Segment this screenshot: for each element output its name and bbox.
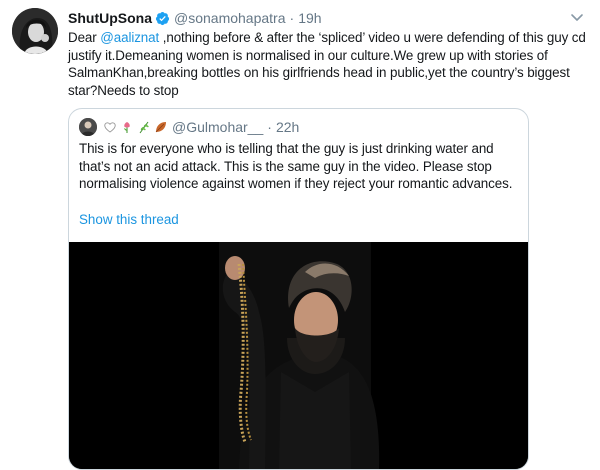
- video-thumbnail[interactable]: [69, 242, 528, 469]
- separator-dot: ·: [289, 10, 295, 26]
- white-heart-icon: [103, 120, 117, 134]
- display-name[interactable]: ShutUpSona: [68, 10, 152, 26]
- tulip-icon: [120, 120, 134, 134]
- herb-icon: [137, 120, 151, 134]
- user-handle[interactable]: @sonamohapatra: [174, 10, 286, 26]
- quoted-emoji-name: [103, 120, 168, 134]
- avatar[interactable]: [12, 8, 58, 54]
- quoted-tweet-text: This is for everyone who is telling that…: [79, 140, 519, 193]
- avatar-image: [12, 8, 58, 54]
- video-frame-image: [69, 242, 528, 469]
- tweet-header: ShutUpSona @sonamohapatra · 19h: [68, 8, 560, 28]
- verified-badge-icon: [155, 11, 170, 26]
- fallen-leaf-icon: [154, 120, 168, 134]
- quoted-tweet[interactable]: @Gulmohar__ · 22h This is for everyone w…: [68, 108, 529, 470]
- quoted-tweet-body: This is for everyone who is telling that…: [79, 141, 513, 191]
- separator-dot: ·: [267, 119, 272, 135]
- show-thread-link[interactable]: Show this thread: [79, 212, 179, 227]
- tweet-text: Dear @aaliznat ,nothing before & after t…: [68, 29, 592, 99]
- quoted-avatar: [79, 118, 97, 136]
- tweet-text-prefix: Dear: [68, 30, 101, 45]
- quoted-user-handle[interactable]: @Gulmohar__: [172, 119, 263, 135]
- mention-link[interactable]: @aaliznat: [100, 30, 159, 45]
- chevron-down-icon[interactable]: [570, 10, 584, 24]
- quoted-timestamp[interactable]: 22h: [276, 119, 299, 135]
- timestamp[interactable]: 19h: [298, 10, 321, 26]
- quoted-tweet-header: @Gulmohar__ · 22h: [79, 118, 299, 136]
- tweet: ShutUpSona @sonamohapatra · 19h Dear @aa…: [0, 0, 600, 470]
